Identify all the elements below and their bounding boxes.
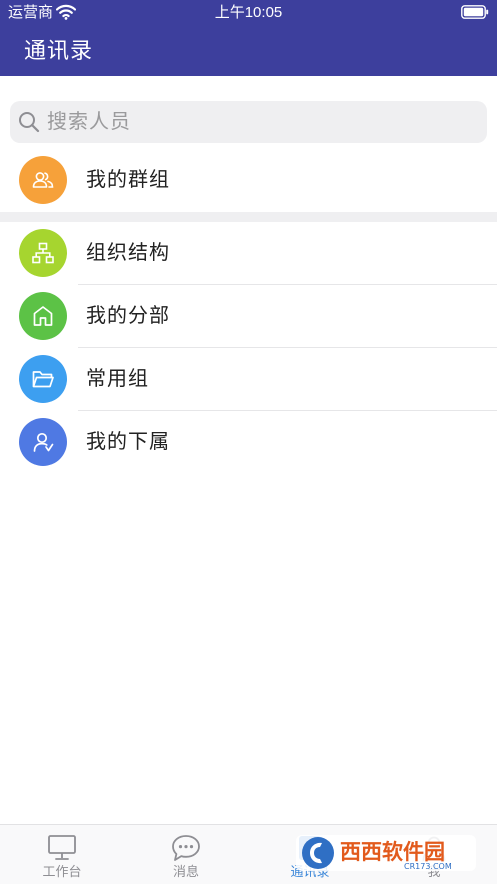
- group-icon-badge: [19, 156, 67, 204]
- folder-icon-badge: [19, 355, 67, 403]
- tab-label: 工作台: [42, 864, 82, 879]
- list-item-label: 常用组: [86, 368, 149, 390]
- subordinate-user-icon: [33, 432, 54, 452]
- list-item-my-subordinates[interactable]: 我的下属: [0, 411, 497, 474]
- status-time: 上午10:05: [214, 4, 283, 21]
- folder-icon: [32, 371, 54, 388]
- group-icon: [32, 172, 54, 188]
- status-bar: 运营商 上午10:05: [0, 0, 497, 26]
- site-watermark-logo: 西西软件园 CR173.COM: [296, 835, 476, 871]
- search-input[interactable]: 搜索人员: [10, 101, 487, 143]
- tab-label: 消息: [172, 864, 199, 879]
- home-icon: [33, 306, 53, 326]
- search-placeholder: 搜索人员: [47, 111, 131, 133]
- list-item-my-branch[interactable]: 我的分部: [0, 285, 497, 348]
- list-item-label: 我的群组: [86, 169, 170, 191]
- page-title: 通讯录: [24, 38, 94, 63]
- battery-icon: [461, 5, 489, 19]
- watermark-brand: 西西软件园: [340, 840, 445, 864]
- chat-bubble-icon: [172, 835, 200, 861]
- list-item-label: 我的分部: [86, 305, 170, 327]
- list-item-common-groups[interactable]: 常用组: [0, 348, 497, 411]
- tab-workbench[interactable]: 工作台: [0, 825, 124, 884]
- app-header: 运营商 上午10:05 通讯录: [0, 0, 497, 76]
- search-icon: [19, 112, 40, 133]
- org-chart-icon-badge: [19, 229, 67, 277]
- tab-messages[interactable]: 消息: [124, 825, 248, 884]
- list-item-my-groups[interactable]: 我的群组: [0, 149, 497, 212]
- section-divider: [0, 212, 497, 222]
- home-icon-badge: [19, 292, 67, 340]
- desktop-icon: [48, 835, 76, 860]
- list-item-org-structure[interactable]: 组织结构: [0, 222, 497, 285]
- org-chart-icon: [32, 242, 54, 264]
- list-item-label: 我的下属: [86, 431, 170, 453]
- watermark-site: CR173.COM: [404, 862, 452, 871]
- subordinate-user-icon-badge: [19, 418, 67, 466]
- list-item-label: 组织结构: [86, 242, 170, 264]
